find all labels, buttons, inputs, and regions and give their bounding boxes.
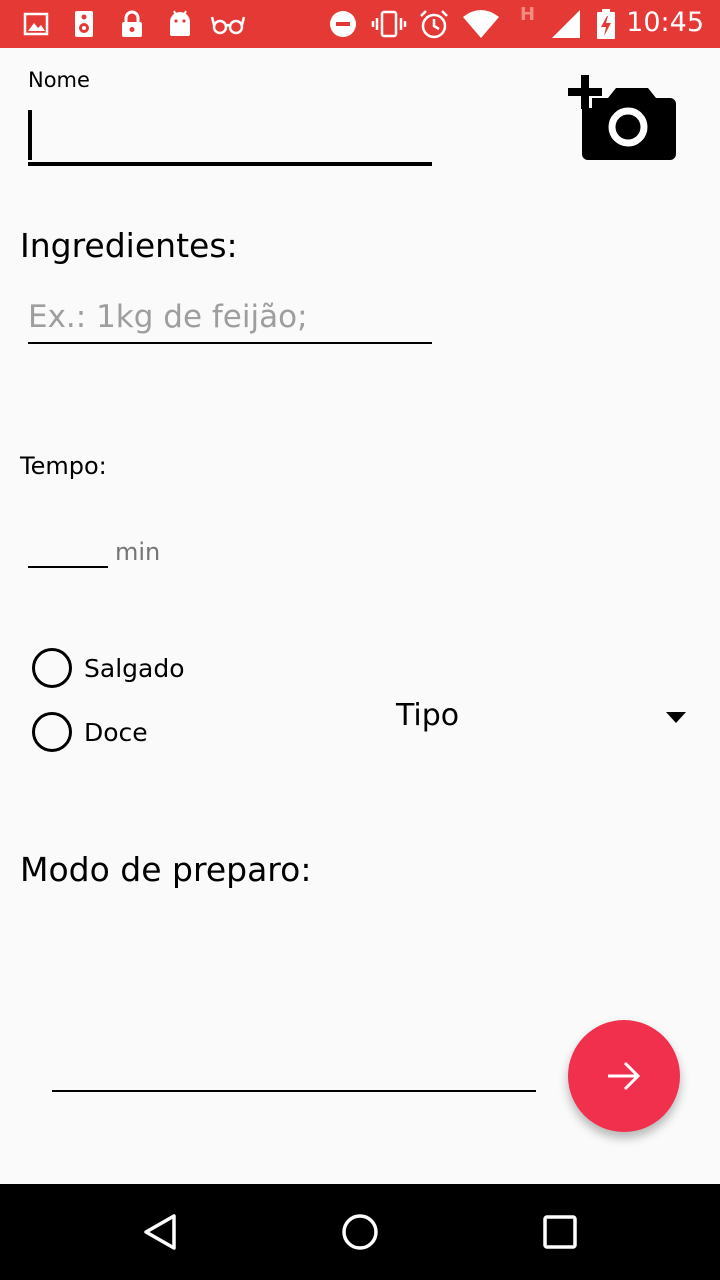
tipo-spinner-value: Tipo [396, 698, 460, 733]
lock-icon [122, 10, 142, 37]
salgado-label[interactable]: Salgado [84, 654, 185, 683]
back-icon[interactable] [140, 1212, 180, 1252]
status-bar: H 10:45 [0, 0, 720, 48]
ingredientes-heading: Ingredientes: [20, 226, 238, 265]
vibrate-icon [371, 10, 407, 38]
image-icon [23, 12, 49, 36]
home-icon[interactable] [340, 1212, 380, 1252]
doce-label[interactable]: Doce [84, 718, 148, 747]
nome-input[interactable] [28, 104, 432, 166]
dropdown-arrow-icon [666, 712, 686, 723]
tipo-spinner[interactable]: Tipo [380, 690, 700, 750]
alarm-icon [420, 10, 448, 39]
doce-radio[interactable] [32, 712, 72, 752]
add-a-photo-icon[interactable] [566, 72, 678, 162]
salgado-radio[interactable] [32, 648, 72, 688]
status-time: 10:45 [626, 7, 704, 38]
modo-preparo-input[interactable] [52, 1040, 536, 1092]
do-not-disturb-icon [330, 11, 356, 37]
recents-icon[interactable] [540, 1212, 580, 1252]
nome-label: Nome [28, 68, 90, 92]
modo-preparo-heading: Modo de preparo: [20, 850, 312, 889]
network-type-label: H [520, 4, 536, 25]
wifi-icon [463, 10, 499, 38]
next-fab-button[interactable] [568, 1020, 680, 1132]
tempo-input[interactable] [28, 530, 108, 568]
arrow-forward-icon [608, 1061, 641, 1091]
android-icon [170, 10, 190, 36]
speaker-icon [75, 11, 93, 37]
battery-charging-icon [597, 9, 615, 39]
glasses-icon [210, 16, 246, 35]
ingredientes-input[interactable] [28, 292, 432, 344]
cell-signal-icon [552, 10, 580, 38]
tempo-unit: min [115, 538, 161, 566]
tempo-label: Tempo: [20, 452, 107, 480]
navigation-bar [0, 1184, 720, 1280]
text-cursor [28, 110, 32, 160]
